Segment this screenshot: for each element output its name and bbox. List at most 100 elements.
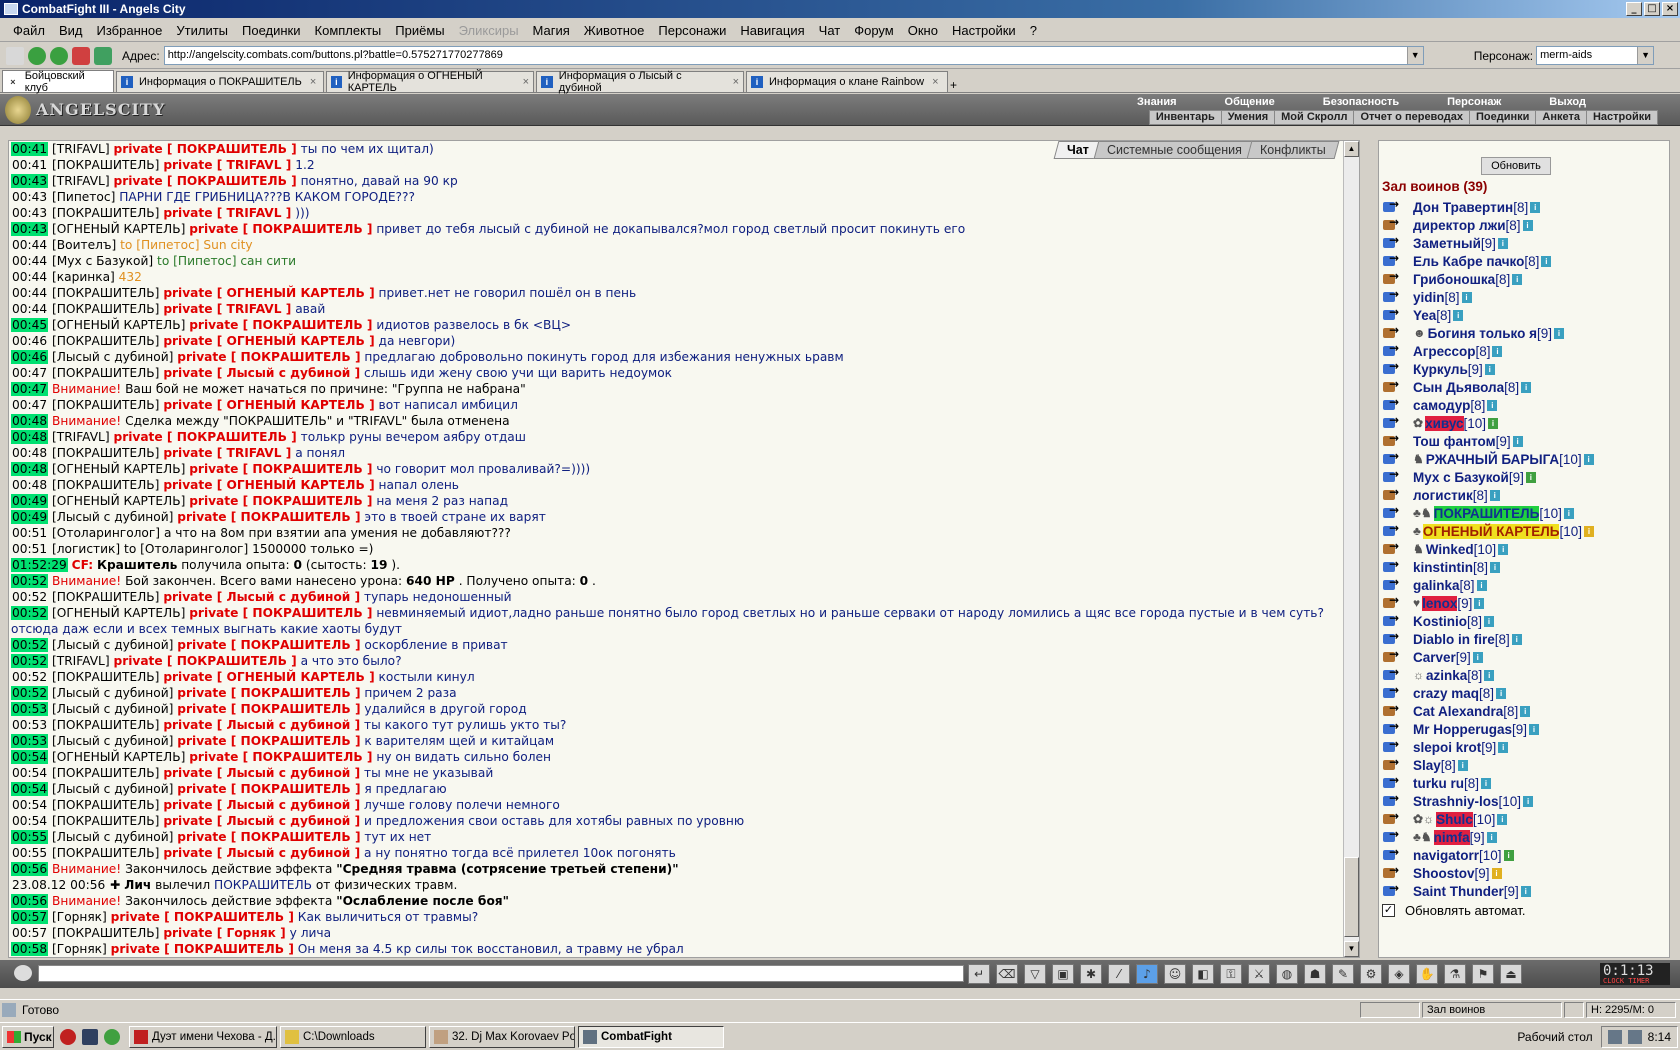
fight-icon[interactable] (1381, 863, 1403, 880)
back-arrow-icon[interactable] (28, 46, 46, 65)
clan-emblem-icon[interactable]: ♞ (1413, 452, 1424, 466)
player-name[interactable]: crazy maq (1413, 686, 1479, 701)
fight-icon[interactable] (1381, 377, 1403, 394)
chat-private-target[interactable]: private [ TRIFAVL ] (163, 446, 291, 460)
info-icon[interactable]: i (1511, 633, 1522, 645)
player-name[interactable]: Winked (1426, 542, 1474, 557)
chat-time[interactable]: 00:44 (11, 302, 48, 316)
chat-private-target[interactable]: private [ ПОКРАШИТЕЛЬ ] (189, 750, 372, 764)
heal-who[interactable]: Лич (124, 878, 151, 892)
player-name[interactable]: Сын Дьявола (1413, 380, 1504, 395)
exit-icon[interactable]: ⏏ (1500, 964, 1522, 984)
player-row[interactable]: yidin[8]i (1381, 287, 1669, 306)
fight-icon[interactable] (1381, 233, 1403, 250)
chat-time[interactable]: 00:54 (11, 814, 48, 828)
fight-icon[interactable] (1381, 845, 1403, 862)
chat-private-target[interactable]: private [ TRIFAVL ] (163, 206, 291, 220)
chat-time[interactable]: 00:53 (11, 702, 49, 716)
chat-sender[interactable]: [ПОКРАШИТЕЛЬ] (52, 286, 159, 300)
chat-mode-icon[interactable]: ◧ (1192, 964, 1214, 984)
taskbar-task[interactable]: 32. Dj Max Korovaev Po... (429, 1025, 575, 1048)
fight-icon[interactable] (1381, 611, 1403, 628)
flag-icon[interactable]: ⚑ (1472, 964, 1494, 984)
player-row[interactable]: Strashniy-los[10]i (1381, 791, 1669, 810)
armor-icon[interactable]: ◈ (1388, 964, 1410, 984)
game-submenu-item[interactable]: Инвентарь (1150, 111, 1222, 124)
player-row[interactable]: ♣♞nimfa[9]i (1381, 827, 1669, 846)
chat-time[interactable]: 00:52 (11, 654, 49, 668)
clan-emblem-icon[interactable]: ✿☼ (1413, 812, 1434, 826)
chat-time[interactable]: 00:53 (11, 718, 48, 732)
player-name[interactable]: Дон Травертин (1413, 200, 1513, 215)
new-tab-icon[interactable]: + (950, 78, 957, 92)
chat-time[interactable]: 00:46 (11, 350, 49, 364)
chat-time[interactable]: 00:44 (11, 286, 48, 300)
chat-time[interactable]: 00:52 (11, 638, 49, 652)
translit-icon[interactable]: ⁄ (1108, 964, 1130, 984)
chat-time[interactable]: 00:44 (11, 238, 48, 252)
fight-icon[interactable] (1381, 359, 1403, 376)
info-icon[interactable]: i (1484, 669, 1495, 681)
bag-icon[interactable]: ◍ (1276, 964, 1298, 984)
chat-time[interactable]: 00:54 (11, 798, 48, 812)
player-row[interactable]: ✿хивус[10]i (1381, 413, 1669, 432)
chat-time[interactable]: 00:52 (11, 670, 48, 684)
player-row[interactable]: Yea[8]i (1381, 305, 1669, 324)
clan-emblem-icon[interactable]: ♞ (1413, 542, 1424, 556)
game-submenu-item[interactable]: Поединки (1470, 111, 1537, 124)
info-icon[interactable]: i (1521, 381, 1532, 393)
chat-sender[interactable]: [TRIFAVL] (52, 654, 110, 668)
player-row[interactable]: Kostinio[8]i (1381, 611, 1669, 630)
fight-icon[interactable] (1381, 251, 1403, 268)
fight-icon[interactable] (1381, 521, 1403, 538)
chat-sender[interactable]: [TRIFAVL] (52, 430, 110, 444)
chat-time[interactable]: 00:48 (11, 414, 49, 428)
chat-private-target[interactable]: private [ ПОКРАШИТЕЛЬ ] (111, 942, 294, 956)
menu-item[interactable]: Поединки (235, 23, 308, 38)
tab-close-icon[interactable]: × (932, 76, 938, 88)
chat-private-target[interactable]: private [ Лысый с дубиной ] (163, 766, 360, 780)
chat-time[interactable]: 00:53 (11, 734, 49, 748)
chat-time[interactable]: 00:44 (11, 254, 48, 268)
chat-private-target[interactable]: private [ ПОКРАШИТЕЛЬ ] (189, 462, 372, 476)
chat-private-target[interactable]: private [ ОГНЕНЫЙ КАРТЕЛЬ ] (163, 398, 374, 412)
info-icon[interactable]: i (1486, 831, 1497, 843)
chat-time[interactable]: 23.08.12 00:56 (11, 878, 106, 892)
chat-sender[interactable]: [Отоларинголог] (52, 526, 160, 540)
player-name[interactable]: Куркуль (1413, 362, 1468, 377)
chat-private-target[interactable]: private [ Лысый с дубиной ] (163, 846, 360, 860)
taskbar-task[interactable]: C:\Downloads (280, 1025, 426, 1048)
chat-private-target[interactable]: private [ ПОКРАШИТЕЛЬ ] (189, 318, 372, 332)
game-submenu-item[interactable]: Отчет о переводах (1354, 111, 1470, 124)
menu-item[interactable]: Форум (847, 23, 901, 38)
chat-time[interactable]: 00:48 (11, 478, 48, 492)
player-row[interactable]: Mr Hopperugas[9]i (1381, 719, 1669, 738)
chat-sender[interactable]: [Лысый с дубиной] (52, 702, 173, 716)
tab-0[interactable]: × Бойцовский клуб (2, 70, 114, 94)
info-icon[interactable]: i (1520, 885, 1531, 897)
chat-sender[interactable]: [ОГНЕНЫЙ КАРТЕЛЬ] (52, 750, 185, 764)
fight-icon[interactable] (1381, 791, 1403, 808)
chat-time[interactable]: 00:45 (11, 318, 49, 332)
game-menu-item[interactable]: Персонаж (1423, 96, 1525, 108)
chat-sender[interactable]: [Лысый с дубиной] (52, 510, 173, 524)
info-icon[interactable]: i (1491, 867, 1502, 879)
player-row[interactable]: slepoi krot[9]i (1381, 737, 1669, 756)
chat-sender[interactable]: [Воителъ] (52, 238, 116, 252)
chat-private-target[interactable]: private [ Лысый с дубиной ] (163, 718, 360, 732)
fight-icon[interactable] (1381, 737, 1403, 754)
flask-icon[interactable]: ⚗ (1444, 964, 1466, 984)
tab-2[interactable]: i Информация о ОГНЕНЫЙ КАРТЕЛЬ × (326, 70, 534, 94)
persona-dropdown-icon[interactable]: ▼ (1637, 47, 1654, 64)
info-icon[interactable]: i (1481, 777, 1492, 789)
info-icon[interactable]: i (1583, 525, 1594, 537)
status-refresh-icon[interactable] (1564, 1001, 1584, 1018)
chat-time[interactable]: 00:41 (11, 158, 48, 172)
player-row[interactable]: galinka[8]i (1381, 575, 1669, 594)
chat-private-target[interactable]: private [ Горняк ] (163, 926, 285, 940)
player-row[interactable]: kinstintin[8]i (1381, 557, 1669, 576)
chat-sender[interactable]: [TRIFAVL] (52, 174, 110, 188)
player-name[interactable]: navigatorr (1413, 848, 1479, 863)
info-icon[interactable]: i (1497, 237, 1508, 249)
chat-sender[interactable]: [ПОКРАШИТЕЛЬ] (52, 926, 159, 940)
